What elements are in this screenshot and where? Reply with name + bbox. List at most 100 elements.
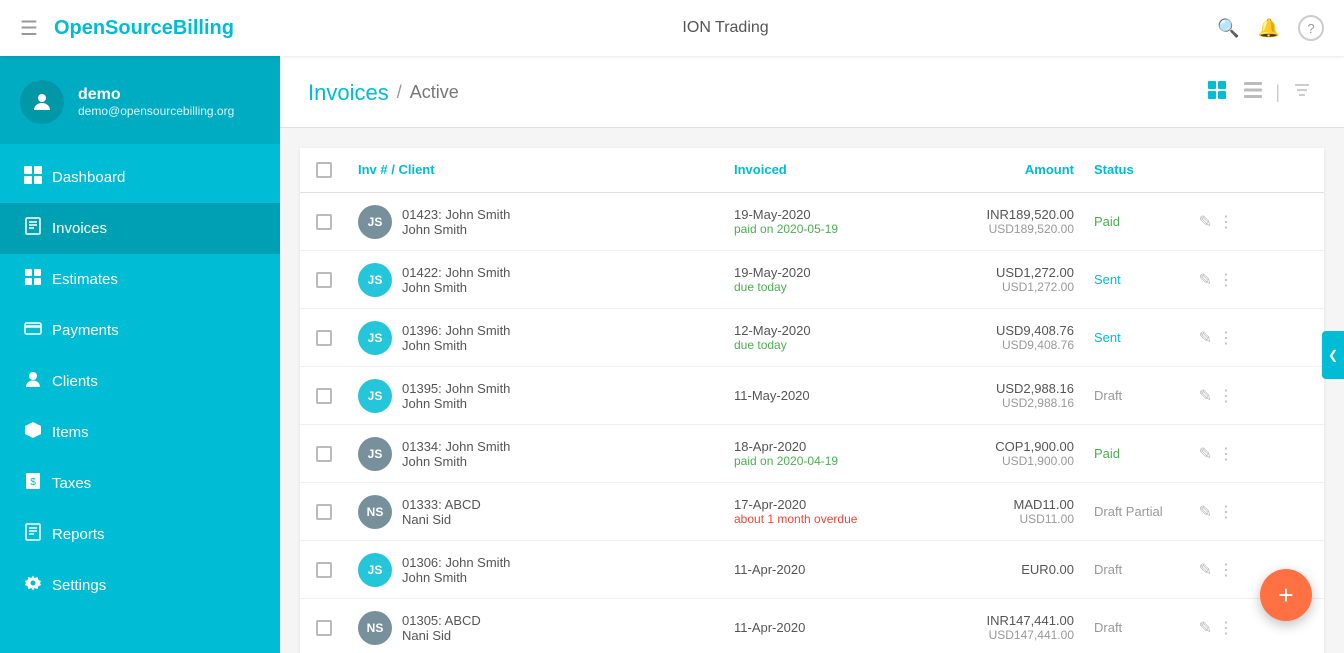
edit-icon[interactable]: ✎	[1199, 444, 1212, 464]
invoice-number[interactable]: 01395: John Smith	[402, 381, 510, 396]
edit-icon[interactable]: ✎	[1199, 270, 1212, 290]
client-cell: JS 01306: John Smith John Smith	[348, 545, 724, 595]
status-badge: Draft	[1094, 620, 1122, 635]
edit-icon[interactable]: ✎	[1199, 328, 1212, 348]
row-checkbox[interactable]	[316, 446, 332, 462]
sidebar-nav: Dashboard Invoices Estimates	[0, 144, 280, 653]
row-checkbox[interactable]	[316, 214, 332, 230]
row-checkbox[interactable]	[316, 388, 332, 404]
sidebar-item-items[interactable]: Items	[0, 407, 280, 458]
sidebar-item-label: Items	[52, 424, 89, 441]
col-checkbox	[300, 148, 348, 192]
sidebar-item-label: Dashboard	[52, 169, 125, 186]
date-cell: 18-Apr-2020 paid on 2020-04-19	[724, 431, 924, 476]
invoice-date-sub: about 1 month overdue	[734, 512, 914, 526]
edit-icon[interactable]: ✎	[1199, 212, 1212, 232]
client-info: 01422: John Smith John Smith	[402, 265, 510, 295]
more-icon[interactable]: ⋮	[1218, 328, 1234, 348]
sidebar-item-estimates[interactable]: Estimates	[0, 254, 280, 305]
invoice-number[interactable]: 01306: John Smith	[402, 555, 510, 570]
col-status: Status	[1084, 148, 1244, 192]
sidebar-item-clients[interactable]: Clients	[0, 356, 280, 407]
client-info: 01396: John Smith John Smith	[402, 323, 510, 353]
brand-logo: OpenSourceBilling	[54, 17, 234, 40]
more-icon[interactable]: ⋮	[1218, 560, 1234, 580]
sidebar: demo demo@opensourcebilling.org Dashboar…	[0, 56, 280, 653]
header-icons: 🔍 🔔 ?	[1217, 15, 1324, 41]
payments-icon	[24, 319, 52, 342]
client-cell: NS 01333: ABCD Nani Sid	[348, 487, 724, 537]
help-icon[interactable]: ?	[1298, 15, 1324, 41]
invoice-date: 19-May-2020	[734, 265, 914, 280]
row-checkbox[interactable]	[316, 272, 332, 288]
client-name: Nani Sid	[402, 512, 481, 527]
sidebar-item-dashboard[interactable]: Dashboard	[0, 152, 280, 203]
row-checkbox-cell	[300, 322, 348, 354]
view-divider: |	[1275, 82, 1280, 103]
more-icon[interactable]: ⋮	[1218, 444, 1234, 464]
sidebar-item-payments[interactable]: Payments	[0, 305, 280, 356]
sidebar-item-invoices[interactable]: Invoices	[0, 203, 280, 254]
more-icon[interactable]: ⋮	[1218, 502, 1234, 522]
sidebar-item-reports[interactable]: Reports	[0, 509, 280, 560]
invoice-number[interactable]: 01423: John Smith	[402, 207, 510, 222]
table-header: Inv # / Client Invoiced Amount Status	[300, 148, 1324, 193]
invoice-date-sub: paid on 2020-05-19	[734, 222, 914, 236]
sidebar-item-taxes[interactable]: $ Taxes	[0, 458, 280, 509]
client-info: 01395: John Smith John Smith	[402, 381, 510, 411]
sidebar-item-label: Taxes	[52, 475, 91, 492]
status-cell: Paid ✎ ⋮	[1084, 204, 1244, 240]
content-area: ❮ Invoices / Active |	[280, 56, 1344, 653]
breadcrumb: Invoices / Active	[308, 80, 459, 106]
sidebar-item-label: Invoices	[52, 220, 107, 237]
table-row: JS 01334: John Smith John Smith 18-Apr-2…	[300, 425, 1324, 483]
search-icon[interactable]: 🔍	[1217, 18, 1239, 39]
menu-icon[interactable]: ☰	[20, 16, 38, 41]
more-icon[interactable]: ⋮	[1218, 270, 1234, 290]
select-all-checkbox[interactable]	[316, 162, 332, 178]
row-actions: ✎ ⋮	[1199, 444, 1234, 464]
row-checkbox[interactable]	[316, 620, 332, 636]
more-icon[interactable]: ⋮	[1218, 618, 1234, 638]
edit-icon[interactable]: ✎	[1199, 386, 1212, 406]
amount-sub: USD1,900.00	[934, 454, 1074, 468]
amount-cell: INR147,441.00 USD147,441.00	[924, 605, 1084, 650]
amount-main: INR189,520.00	[934, 207, 1074, 222]
row-actions: ✎ ⋮	[1199, 560, 1234, 580]
filter-button[interactable]	[1288, 76, 1316, 109]
invoice-number[interactable]: 01396: John Smith	[402, 323, 510, 338]
invoice-number[interactable]: 01334: John Smith	[402, 439, 510, 454]
more-icon[interactable]: ⋮	[1218, 212, 1234, 232]
view-controls: |	[1203, 76, 1316, 109]
amount-sub: USD1,272.00	[934, 280, 1074, 294]
bell-icon[interactable]: 🔔	[1258, 18, 1280, 39]
row-checkbox[interactable]	[316, 504, 332, 520]
status-cell: Draft ✎ ⋮	[1084, 610, 1244, 646]
right-panel-toggle[interactable]: ❮	[1322, 331, 1344, 379]
edit-icon[interactable]: ✎	[1199, 560, 1212, 580]
client-cell: JS 01395: John Smith John Smith	[348, 371, 724, 421]
invoice-number[interactable]: 01422: John Smith	[402, 265, 510, 280]
invoice-number[interactable]: 01305: ABCD	[402, 613, 481, 628]
profile-name: demo	[78, 86, 234, 104]
sidebar-item-settings[interactable]: Settings	[0, 560, 280, 611]
status-cell: Draft ✎ ⋮	[1084, 378, 1244, 414]
more-icon[interactable]: ⋮	[1218, 386, 1234, 406]
row-checkbox-cell	[300, 612, 348, 644]
list-view-button[interactable]	[1239, 76, 1267, 109]
invoice-number[interactable]: 01333: ABCD	[402, 497, 481, 512]
row-checkbox[interactable]	[316, 562, 332, 578]
avatar: NS	[358, 611, 392, 645]
status-badge: Draft	[1094, 388, 1122, 403]
invoice-date: 11-May-2020	[734, 388, 914, 403]
row-checkbox-cell	[300, 438, 348, 470]
grid-view-button[interactable]	[1203, 76, 1231, 109]
row-actions: ✎ ⋮	[1199, 502, 1234, 522]
edit-icon[interactable]: ✎	[1199, 502, 1212, 522]
empty-cell	[1244, 214, 1324, 230]
add-invoice-fab[interactable]: +	[1260, 569, 1312, 621]
row-checkbox[interactable]	[316, 330, 332, 346]
client-name: John Smith	[402, 454, 510, 469]
table-row: JS 01396: John Smith John Smith 12-May-2…	[300, 309, 1324, 367]
edit-icon[interactable]: ✎	[1199, 618, 1212, 638]
